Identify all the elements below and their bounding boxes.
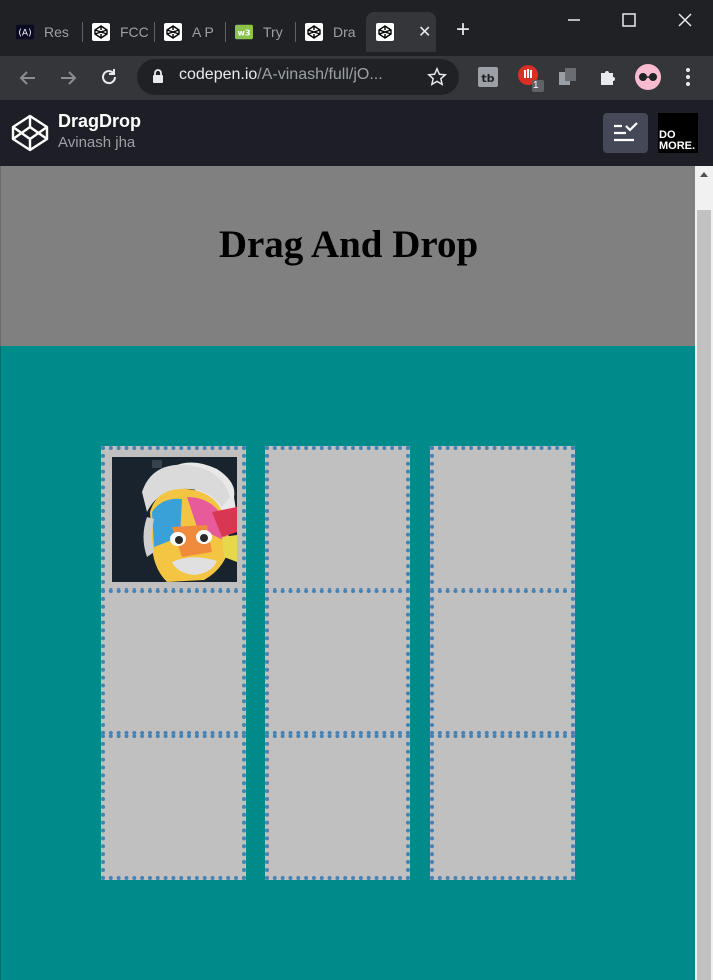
drop-cell-r2-c1[interactable] [101,589,246,735]
close-window-icon[interactable] [673,8,697,32]
bookmark-star-icon[interactable] [426,66,448,88]
profile-avatar-icon[interactable] [634,63,662,91]
einstein-portrait-image [112,457,237,582]
do-more-button[interactable]: DO MORE. [658,113,698,153]
new-tab-plus-icon[interactable]: + [452,18,474,42]
codepen-icon [376,23,394,41]
pen-title[interactable]: DragDrop [58,111,141,132]
tab-title: A P [192,24,214,40]
drop-cell-r3-c2[interactable] [265,734,410,880]
tab-try[interactable]: w3 Try [235,12,291,52]
tab-title: Res [44,24,69,40]
w3schools-icon: w3 [235,23,253,41]
tab-divider [154,22,155,42]
tab-active[interactable]: ✕ [366,12,436,52]
codepen-icon [305,23,323,41]
svg-text:w3: w3 [237,28,250,38]
reload-icon[interactable] [97,65,121,89]
lock-icon[interactable] [151,68,165,84]
drop-cell-r3-c3[interactable] [430,734,575,880]
tab-res[interactable]: (A) Res [16,12,72,52]
page-title: Drag And Drop [218,223,479,266]
change-view-button[interactable] [603,113,648,153]
extensions-puzzle-icon[interactable] [596,65,620,89]
menu-kebab-icon[interactable] [676,65,700,89]
page-header: Drag And Drop [0,166,695,346]
scrollbar-thumb[interactable] [697,210,711,980]
drop-cell-r3-c1[interactable] [101,734,246,880]
tab-divider [82,22,83,42]
adblock-extension-icon[interactable] [516,63,546,93]
back-arrow-icon[interactable] [16,66,40,90]
drop-cell-r1-c1[interactable] [101,446,246,592]
minimize-icon[interactable] [562,8,586,32]
svg-text:(A): (A) [18,29,31,39]
tab-a-p[interactable]: A P [164,12,220,52]
drop-cell-r2-c2[interactable] [265,589,410,735]
codepen-icon [164,23,182,41]
drop-cell-r1-c2[interactable] [265,446,410,592]
do-more-line2: MORE. [659,140,696,152]
codepen-logo-icon[interactable] [10,113,50,153]
freecodecamp-icon: (A) [16,23,34,41]
svg-text:tb: tb [481,72,494,85]
tab-dra[interactable]: Dra [305,12,361,52]
maximize-icon[interactable] [617,8,641,32]
pen-author[interactable]: Avinash jha [58,134,135,151]
tab-fcc[interactable]: FCC [92,12,148,52]
draggable-einstein-image[interactable] [112,457,237,582]
close-tab-icon[interactable]: ✕ [418,22,431,42]
tab-divider [225,22,226,42]
page-viewport: Drag And Drop [0,166,695,980]
tubebuddy-extension-icon[interactable]: tb [476,65,500,89]
tab-divider [295,22,296,42]
tab-title: Try [263,24,283,40]
drop-cell-r1-c3[interactable] [430,446,575,592]
tab-title: FCC [120,24,148,40]
forward-arrow-icon[interactable] [56,66,80,90]
extension-badge: 1 [533,80,539,91]
url-text: codepen.io/A-vinash/full/jO... [179,66,383,83]
codepen-icon [92,23,110,41]
vertical-scrollbar[interactable] [695,166,713,980]
drop-cell-r2-c3[interactable] [430,589,575,735]
copy-extension-icon[interactable] [556,65,580,89]
scroll-up-arrow-icon[interactable] [695,166,713,184]
tab-title: Dra [333,24,356,40]
view-list-check-icon [614,122,638,142]
